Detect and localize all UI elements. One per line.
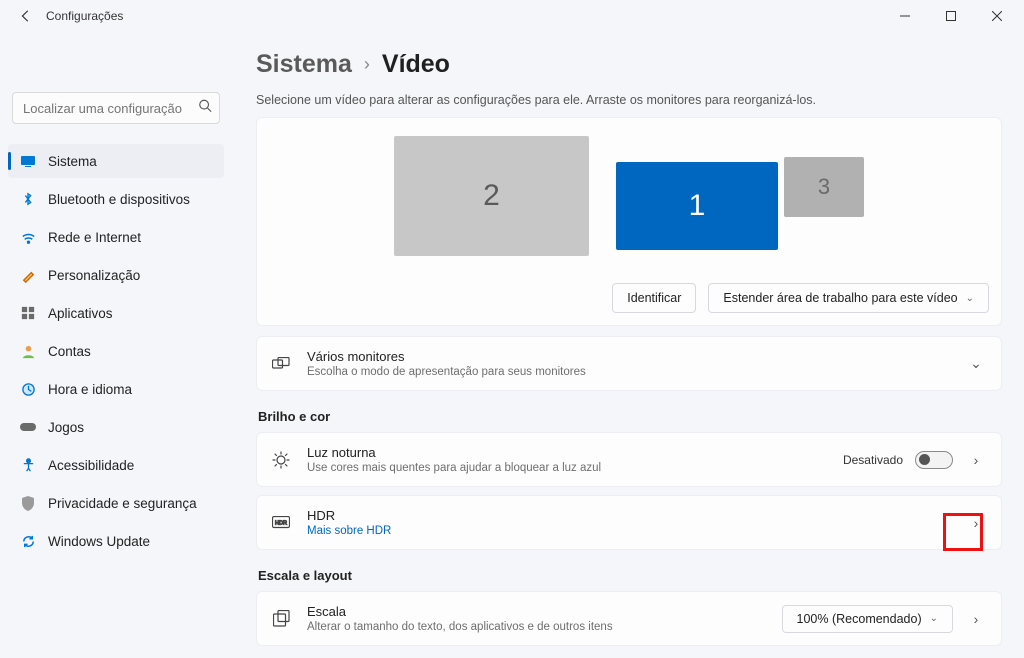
multi-monitor-icon	[271, 357, 291, 371]
multi-text: Vários monitores Escolha o modo de apres…	[307, 349, 949, 378]
scale-dropdown[interactable]: 100% (Recomendado) ⌄	[782, 605, 953, 633]
scale-row[interactable]: Escala Alterar o tamanho do texto, dos a…	[256, 591, 1002, 646]
nightlight-icon	[271, 451, 291, 469]
sidebar-item-label: Aplicativos	[48, 306, 113, 321]
monitor-1[interactable]: 1	[616, 162, 778, 250]
monitor-3[interactable]: 3	[784, 157, 864, 217]
sidebar-item-personalizacao[interactable]: Personalização	[8, 258, 224, 292]
sidebar-item-hora[interactable]: Hora e idioma	[8, 372, 224, 406]
monitor-canvas[interactable]: 2 1 3	[257, 118, 1001, 273]
search-container	[12, 92, 220, 124]
nightlight-sub: Use cores mais quentes para ajudar a blo…	[307, 462, 827, 474]
sidebar-item-label: Personalização	[48, 268, 140, 283]
chevron-right-icon[interactable]: ›	[965, 515, 987, 531]
display-arrange-card: 2 1 3 Identificar Estender área de traba…	[256, 117, 1002, 326]
chevron-right-icon[interactable]: ›	[965, 452, 987, 468]
main-content: Sistema › Vídeo Selecione um vídeo para …	[232, 32, 1024, 658]
sidebar-item-bluetooth[interactable]: Bluetooth e dispositivos	[8, 182, 224, 216]
monitor-2[interactable]: 2	[394, 136, 589, 256]
expand-chevron-icon[interactable]: ⌄	[965, 355, 987, 372]
sidebar-item-contas[interactable]: Contas	[8, 334, 224, 368]
nightlight-toggle[interactable]	[915, 451, 953, 469]
chevron-down-icon: ⌄	[930, 613, 938, 624]
apps-icon	[20, 305, 36, 321]
sidebar-item-label: Jogos	[48, 420, 84, 435]
sidebar-item-label: Sistema	[48, 154, 97, 169]
sidebar-item-privacidade[interactable]: Privacidade e segurança	[8, 486, 224, 520]
window-title: Configurações	[46, 9, 882, 23]
nightlight-row[interactable]: Luz noturna Use cores mais quentes para …	[256, 432, 1002, 487]
breadcrumb: Sistema › Vídeo	[256, 50, 1002, 79]
sidebar-item-label: Windows Update	[48, 534, 150, 549]
accessibility-icon	[20, 457, 36, 473]
chevron-right-icon: ›	[364, 54, 370, 75]
nightlight-title: Luz noturna	[307, 445, 827, 460]
chevron-down-icon: ⌄	[966, 293, 974, 304]
nightlight-text: Luz noturna Use cores mais quentes para …	[307, 445, 827, 474]
nightlight-state: Desativado	[843, 453, 903, 467]
sidebar-item-label: Hora e idioma	[48, 382, 132, 397]
back-button[interactable]	[14, 4, 38, 28]
scale-text: Escala Alterar o tamanho do texto, dos a…	[307, 604, 766, 633]
sidebar-item-label: Privacidade e segurança	[48, 496, 197, 511]
hdr-row[interactable]: HDR HDR Mais sobre HDR ›	[256, 495, 1002, 550]
identify-label: Identificar	[627, 291, 681, 305]
extend-label: Estender área de trabalho para este víde…	[723, 291, 957, 305]
sidebar-item-jogos[interactable]: Jogos	[8, 410, 224, 444]
system-icon	[20, 153, 36, 169]
search-input[interactable]	[12, 92, 220, 124]
scale-value: 100% (Recomendado)	[797, 612, 922, 626]
accounts-icon	[20, 343, 36, 359]
scale-sub: Alterar o tamanho do texto, dos aplicati…	[307, 621, 766, 633]
sidebar-item-acessibilidade[interactable]: Acessibilidade	[8, 448, 224, 482]
multi-title: Vários monitores	[307, 349, 949, 364]
sidebar-item-rede[interactable]: Rede e Internet	[8, 220, 224, 254]
scale-title: Escala	[307, 604, 766, 619]
section-scale: Escala e layout	[258, 568, 1002, 583]
breadcrumb-parent[interactable]: Sistema	[256, 50, 352, 79]
sidebar-item-label: Rede e Internet	[48, 230, 141, 245]
sidebar-item-label: Bluetooth e dispositivos	[48, 192, 190, 207]
sidebar-item-windowsupdate[interactable]: Windows Update	[8, 524, 224, 558]
identify-button[interactable]: Identificar	[612, 283, 696, 313]
nightlight-controls: Desativado ›	[843, 451, 987, 469]
hdr-title: HDR	[307, 508, 949, 523]
privacy-icon	[20, 495, 36, 511]
sidebar-item-sistema[interactable]: Sistema	[8, 144, 224, 178]
hdr-text: HDR Mais sobre HDR	[307, 508, 949, 537]
chevron-right-icon[interactable]: ›	[965, 611, 987, 627]
titlebar: Configurações	[0, 0, 1024, 32]
sidebar-item-label: Contas	[48, 344, 91, 359]
extend-dropdown[interactable]: Estender área de trabalho para este víde…	[708, 283, 989, 313]
time-icon	[20, 381, 36, 397]
sidebar-item-aplicativos[interactable]: Aplicativos	[8, 296, 224, 330]
hdr-link[interactable]: Mais sobre HDR	[307, 525, 949, 537]
page-subtitle: Selecione um vídeo para alterar as confi…	[256, 93, 1002, 107]
close-button[interactable]	[974, 0, 1020, 32]
update-icon	[20, 533, 36, 549]
hdr-icon: HDR	[271, 516, 291, 530]
scale-icon	[271, 610, 291, 627]
breadcrumb-current: Vídeo	[382, 50, 450, 79]
scale-controls: 100% (Recomendado) ⌄ ›	[782, 605, 987, 633]
section-brightness: Brilho e cor	[258, 409, 1002, 424]
hdr-controls: ›	[965, 515, 987, 531]
gaming-icon	[20, 419, 36, 435]
minimize-button[interactable]	[882, 0, 928, 32]
sidebar-item-label: Acessibilidade	[48, 458, 134, 473]
personalization-icon	[20, 267, 36, 283]
svg-text:HDR: HDR	[275, 520, 287, 526]
search-icon	[198, 99, 212, 118]
bluetooth-icon	[20, 191, 36, 207]
multiple-displays-row[interactable]: Vários monitores Escolha o modo de apres…	[256, 336, 1002, 391]
multi-sub: Escolha o modo de apresentação para seus…	[307, 366, 949, 378]
sidebar: Sistema Bluetooth e dispositivos Rede e …	[0, 32, 232, 658]
display-actions: Identificar Estender área de trabalho pa…	[257, 273, 1001, 325]
network-icon	[20, 229, 36, 245]
maximize-button[interactable]	[928, 0, 974, 32]
